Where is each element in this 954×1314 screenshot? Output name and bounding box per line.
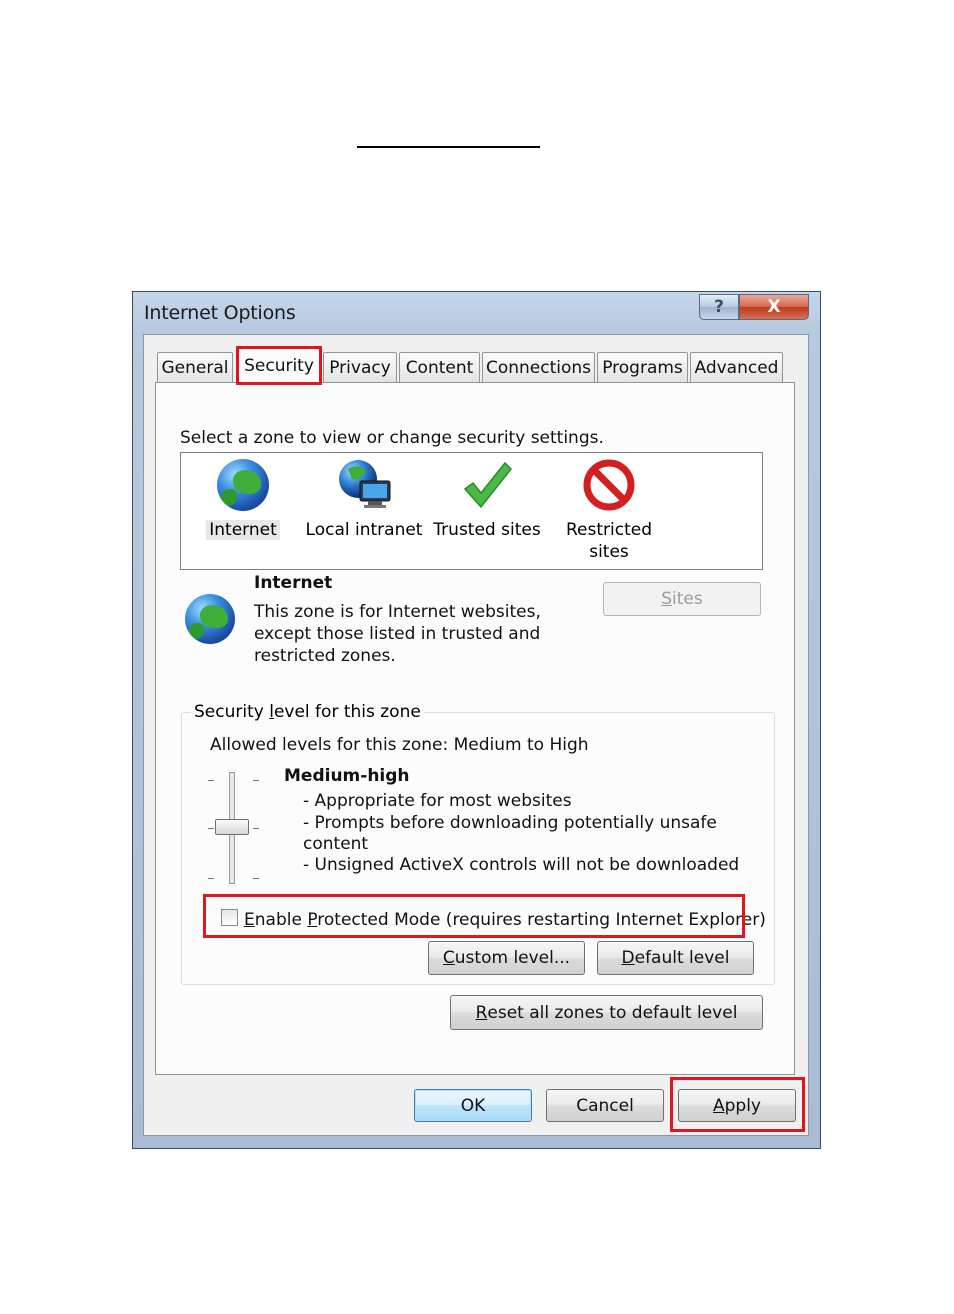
zone-list: Internet Local intranet Trusted sites Re… <box>180 452 763 570</box>
selected-zone-desc-1: This zone is for Internet websites, <box>254 602 541 622</box>
level-name: Medium-high <box>284 766 410 786</box>
zone-restricted-sites[interactable]: Restricted sites <box>559 459 659 563</box>
ok-button[interactable]: OK <box>414 1089 532 1122</box>
reset-all-zones-button[interactable]: Reset all zones to default level <box>450 995 763 1030</box>
sites-button[interactable]: Sites <box>603 582 761 616</box>
default-level-button[interactable]: Default level <box>597 941 754 975</box>
help-icon: ? <box>714 297 724 317</box>
level-bullet-2: - Prompts before downloading potentially… <box>303 813 717 833</box>
level-bullet-2-cont: content <box>303 834 369 854</box>
zone-prompt: Select a zone to view or change security… <box>180 428 604 448</box>
tab-content[interactable]: Content <box>399 352 480 382</box>
close-icon: X <box>767 297 781 317</box>
globe-icon <box>217 459 269 511</box>
slider-tick <box>253 828 259 829</box>
zone-local-intranet[interactable]: Local intranet <box>303 459 425 541</box>
zone-internet[interactable]: Internet <box>203 459 283 541</box>
allowed-levels: Allowed levels for this zone: Medium to … <box>210 735 589 755</box>
security-level-title: Security level for this zone <box>191 702 424 722</box>
slider-tick <box>208 878 214 879</box>
selected-zone-desc-3: restricted zones. <box>254 646 396 666</box>
internet-options-dialog: Internet Options ? X General Security Pr… <box>132 291 821 1149</box>
security-level-slider-thumb[interactable] <box>215 819 249 835</box>
help-button[interactable]: ? <box>699 294 739 320</box>
intranet-icon <box>338 459 391 511</box>
close-button[interactable]: X <box>739 294 809 320</box>
zone-internet-label: Internet <box>206 520 280 540</box>
zone-local-intranet-label: Local intranet <box>305 520 423 540</box>
tab-connections[interactable]: Connections <box>482 352 595 382</box>
custom-level-button[interactable]: Custom level... <box>428 941 585 975</box>
checkmark-icon <box>461 459 513 511</box>
dialog-title: Internet Options <box>144 302 296 324</box>
slider-tick <box>253 878 259 879</box>
zone-restricted-label-line1: Restricted <box>565 520 652 540</box>
protected-mode-checkbox[interactable] <box>221 909 238 926</box>
tab-advanced[interactable]: Advanced <box>690 352 783 382</box>
tab-programs[interactable]: Programs <box>597 352 688 382</box>
tab-security[interactable]: Security <box>237 347 321 383</box>
level-bullet-1: - Appropriate for most websites <box>303 791 572 811</box>
protected-mode-label[interactable]: Enable Protected Mode (requires restarti… <box>244 910 766 930</box>
selected-zone-name: Internet <box>254 573 333 593</box>
page-underline-rule <box>357 146 540 148</box>
restricted-icon <box>583 459 635 511</box>
slider-tick <box>253 780 259 781</box>
zone-restricted-label-line2: sites <box>589 542 629 562</box>
tab-general[interactable]: General <box>157 352 233 382</box>
tab-privacy[interactable]: Privacy <box>323 352 397 382</box>
selected-zone-desc-2: except those listed in trusted and <box>254 624 541 644</box>
zone-trusted-sites[interactable]: Trusted sites <box>433 459 541 541</box>
slider-tick <box>208 828 214 829</box>
cancel-button[interactable]: Cancel <box>546 1089 664 1122</box>
selected-zone-globe-icon <box>185 594 235 644</box>
slider-tick <box>208 780 214 781</box>
apply-button[interactable]: Apply <box>678 1089 796 1122</box>
level-bullet-3: - Unsigned ActiveX controls will not be … <box>303 855 740 875</box>
zone-trusted-sites-label: Trusted sites <box>433 520 541 540</box>
